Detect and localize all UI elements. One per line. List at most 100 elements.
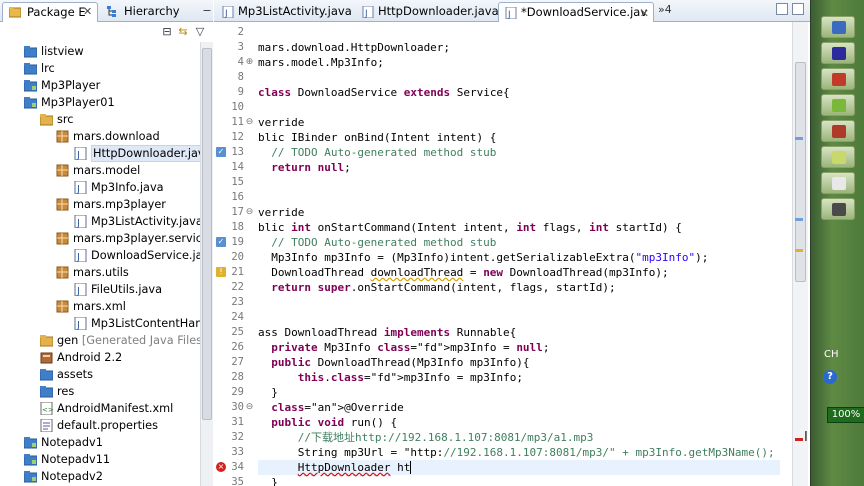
- task-marker[interactable]: [795, 137, 803, 140]
- code-line[interactable]: [258, 190, 780, 205]
- code-line[interactable]: public void run() {: [258, 415, 780, 430]
- taskbar-button[interactable]: [821, 120, 855, 142]
- tree-item[interactable]: Notepadv1: [0, 434, 200, 451]
- collapse-fold-icon[interactable]: ⊖: [245, 208, 254, 217]
- taskbar-button[interactable]: [821, 16, 855, 38]
- tree-item[interactable]: assets: [0, 366, 200, 383]
- tree-item[interactable]: default.properties: [0, 417, 200, 434]
- code-line[interactable]: this.class="fd">mp3Info = mp3Info;: [258, 370, 780, 385]
- error-marker[interactable]: [795, 438, 803, 441]
- warning-marker[interactable]: [795, 249, 803, 252]
- tree-item[interactable]: gen [Generated Java Files]: [0, 332, 200, 349]
- collapse-fold-icon[interactable]: ⊖: [245, 403, 254, 412]
- tree-item[interactable]: mars.xml: [0, 298, 200, 315]
- tree-item[interactable]: Notepadv2: [0, 468, 200, 485]
- input-method-indicator[interactable]: CH: [824, 349, 839, 360]
- tree-item[interactable]: lrc: [0, 60, 200, 77]
- error-marker-icon[interactable]: ×: [216, 462, 226, 472]
- code-line[interactable]: return null;: [258, 160, 780, 175]
- warning-marker-icon[interactable]: !: [216, 267, 226, 277]
- code-line[interactable]: public DownloadThread(Mp3Info mp3Info){: [258, 355, 780, 370]
- tab-hierarchy[interactable]: Hierarchy: [100, 2, 210, 22]
- close-icon[interactable]: ✕: [640, 5, 649, 23]
- code-line[interactable]: mars.model.Mp3Info;: [258, 55, 780, 70]
- code-line[interactable]: [258, 310, 780, 325]
- tree-item[interactable]: J Mp3ListContentHandle: [0, 315, 200, 332]
- code-line[interactable]: String mp3Url = "http://192.168.1.107:80…: [258, 445, 780, 460]
- tree-item[interactable]: mars.download: [0, 128, 200, 145]
- code-line[interactable]: blic IBinder onBind(Intent intent) {: [258, 130, 780, 145]
- scrollbar-thumb[interactable]: [202, 48, 212, 420]
- taskbar-button[interactable]: [821, 146, 855, 168]
- project-icon: [24, 80, 37, 92]
- tree-item[interactable]: src: [0, 111, 200, 128]
- tree-item[interactable]: listview: [0, 43, 200, 60]
- tree-item[interactable]: mars.utils: [0, 264, 200, 281]
- java-file-icon: J: [74, 283, 87, 296]
- code-line[interactable]: [258, 25, 780, 40]
- minimize-view-icon[interactable]: −: [200, 4, 214, 18]
- tree-item[interactable]: res: [0, 383, 200, 400]
- code-line[interactable]: private Mp3Info class="fd">mp3Info = nul…: [258, 340, 780, 355]
- code-line[interactable]: }: [258, 475, 780, 486]
- tab-downloadservice[interactable]: J *DownloadService.jav ✕: [498, 2, 654, 22]
- tree-item[interactable]: mars.mp3player: [0, 196, 200, 213]
- tree-item[interactable]: mars.model: [0, 162, 200, 179]
- code-line[interactable]: [258, 100, 780, 115]
- tree-item[interactable]: Mp3Player01: [0, 94, 200, 111]
- code-line[interactable]: return super.onStartCommand(intent, flag…: [258, 280, 780, 295]
- code-line[interactable]: ass DownloadThread implements Runnable{: [258, 325, 780, 340]
- line-number: 24: [231, 311, 244, 323]
- tree-item[interactable]: Mp3Player: [0, 77, 200, 94]
- link-with-editor-icon[interactable]: ⇆: [176, 25, 190, 39]
- code-line[interactable]: DownloadThread downloadThread = new Down…: [258, 265, 780, 280]
- collapse-all-icon[interactable]: ⊟: [160, 25, 174, 39]
- maximize-icon[interactable]: [792, 3, 804, 15]
- code-line[interactable]: [258, 70, 780, 85]
- code-line[interactable]: // TODO Auto-generated method stub: [258, 235, 780, 250]
- editor-scrollbar[interactable]: [792, 22, 808, 486]
- code-line[interactable]: HttpDownloader ht​: [258, 460, 780, 475]
- close-icon[interactable]: ✕: [83, 3, 92, 21]
- tab-httpdownloader[interactable]: J HttpDownloader.java: [356, 2, 499, 22]
- tab-package-explorer[interactable]: Package E ✕: [2, 2, 98, 22]
- tree-item[interactable]: J HttpDownloader.java: [0, 145, 200, 162]
- code-line[interactable]: class DownloadService extends Service{: [258, 85, 780, 100]
- task-marker[interactable]: [795, 218, 803, 221]
- code-line[interactable]: Mp3Info mp3Info = (Mp3Info)intent.getSer…: [258, 250, 780, 265]
- tab-overflow-button[interactable]: »4: [658, 3, 672, 16]
- view-menu-icon[interactable]: ▽: [193, 25, 207, 39]
- tree-item[interactable]: Android 2.2: [0, 349, 200, 366]
- tree-item[interactable]: J DownloadService.java: [0, 247, 200, 264]
- taskbar-button[interactable]: [821, 68, 855, 90]
- code-area[interactable]: mars.download.HttpDownloader; mars.model.…: [258, 22, 780, 486]
- taskbar-button[interactable]: [821, 42, 855, 64]
- task-marker-icon[interactable]: ✓: [216, 147, 226, 157]
- tree-item[interactable]: mars.mp3player.service: [0, 230, 200, 247]
- tree-item[interactable]: J FileUtils.java: [0, 281, 200, 298]
- tree-item[interactable]: <> AndroidManifest.xml: [0, 400, 200, 417]
- help-icon[interactable]: ?: [823, 370, 837, 384]
- code-line[interactable]: }: [258, 385, 780, 400]
- collapse-fold-icon[interactable]: ⊖: [245, 118, 254, 127]
- tree-item[interactable]: J Mp3ListActivity.java: [0, 213, 200, 230]
- tree-scrollbar[interactable]: [200, 42, 213, 486]
- code-line[interactable]: //下载地址http://192.168.1.107:8081/mp3/a1.m…: [258, 430, 780, 445]
- code-line[interactable]: class="an">@Override: [258, 400, 780, 415]
- code-line[interactable]: blic int onStartCommand(Intent intent, i…: [258, 220, 780, 235]
- taskbar-button[interactable]: [821, 94, 855, 116]
- code-line[interactable]: [258, 295, 780, 310]
- code-line[interactable]: verride: [258, 205, 780, 220]
- code-line[interactable]: mars.download.HttpDownloader;: [258, 40, 780, 55]
- tree-item[interactable]: J Mp3Info.java: [0, 179, 200, 196]
- tab-mp3listactivity[interactable]: J Mp3ListActivity.java: [216, 2, 354, 22]
- tree-item[interactable]: Notepadv11: [0, 451, 200, 468]
- taskbar-button[interactable]: [821, 172, 855, 194]
- code-line[interactable]: // TODO Auto-generated method stub: [258, 145, 780, 160]
- minimize-icon[interactable]: [776, 3, 788, 15]
- code-line[interactable]: [258, 175, 780, 190]
- code-line[interactable]: verride: [258, 115, 780, 130]
- taskbar-button[interactable]: [821, 198, 855, 220]
- task-marker-icon[interactable]: ✓: [216, 237, 226, 247]
- expand-fold-icon[interactable]: ⊕: [245, 58, 254, 67]
